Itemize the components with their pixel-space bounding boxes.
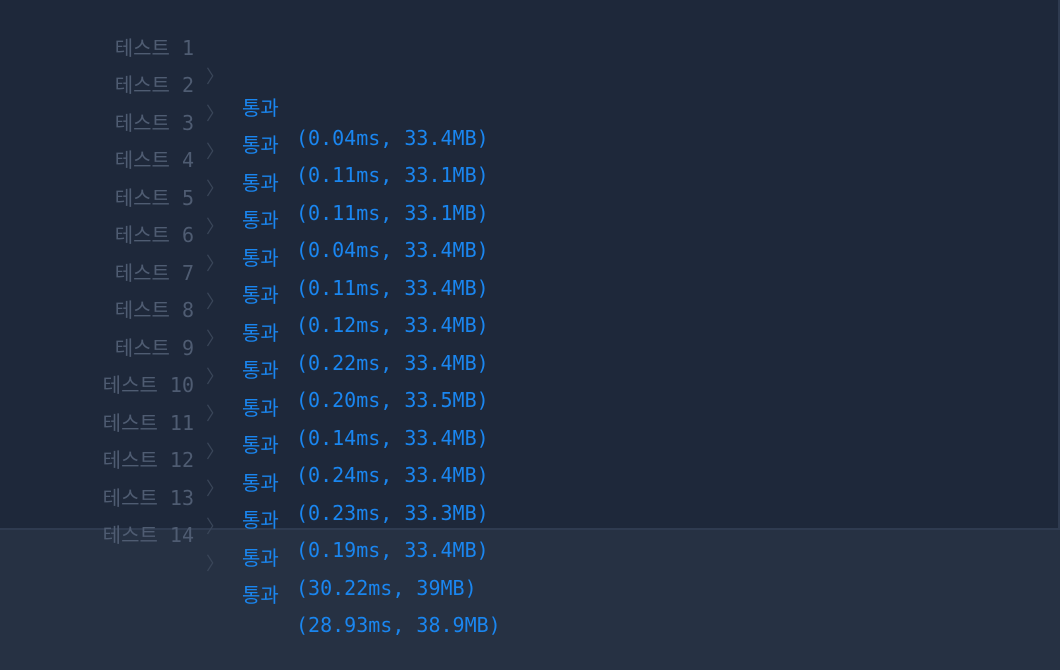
result-row: 테스트 9 〉 통과 (0.14ms, 33.4MB): [0, 303, 1060, 450]
result-row: 테스트 1 〉 통과 (0.04ms, 33.4MB): [0, 3, 1060, 150]
result-row: 테스트 12 〉 통과 (0.19ms, 33.4MB): [0, 415, 1060, 562]
result-detail: (28.93ms, 38.9MB): [296, 613, 501, 637]
result-row: 테스트 3 〉 통과 (0.11ms, 33.1MB): [0, 78, 1060, 225]
result-row: 테스트 11 〉 통과 (0.23ms, 33.3MB): [0, 378, 1060, 525]
test-results-panel: 테스트 1 〉 통과 (0.04ms, 33.4MB) 테스트 2 〉 통과 (…: [0, 0, 1060, 637]
test-label: 테스트 14: [102, 523, 194, 547]
pass-status: 통과: [242, 546, 279, 570]
result-row: 테스트 2 〉 통과 (0.11ms, 33.1MB): [0, 40, 1060, 187]
result-row: 테스트 4 〉 통과 (0.04ms, 33.4MB): [0, 115, 1060, 262]
result-detail: (0.19ms, 33.4MB): [296, 538, 489, 562]
result-row: 테스트 13 〉 통과 (30.22ms, 39MB): [0, 453, 1060, 600]
result-row: 테스트 8 〉 통과 (0.20ms, 33.5MB): [0, 265, 1060, 412]
result-detail: (30.22ms, 39MB): [296, 576, 477, 600]
result-row: 테스트 5 〉 통과 (0.11ms, 33.4MB): [0, 153, 1060, 300]
chevron-right-icon: 〉: [206, 554, 224, 575]
pass-status: 통과: [242, 583, 279, 607]
result-row: 테스트 14 〉 통과 (28.93ms, 38.9MB): [0, 490, 1060, 637]
result-row: 테스트 6 〉 통과 (0.12ms, 33.4MB): [0, 190, 1060, 337]
result-row: 테스트 10 〉 통과 (0.24ms, 33.4MB): [0, 340, 1060, 487]
result-row: 테스트 7 〉 통과 (0.22ms, 33.4MB): [0, 228, 1060, 375]
